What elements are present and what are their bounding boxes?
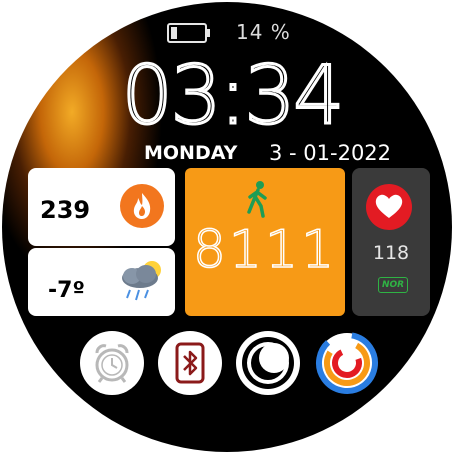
bluetooth-icon — [175, 342, 205, 384]
alarm-clock-icon — [95, 344, 129, 383]
battery-icon — [167, 23, 210, 43]
weather-card[interactable]: -7º — [28, 248, 175, 316]
heart-rate-value: 118 — [372, 242, 410, 264]
watch-face: 14 % 03:34 MONDAY 3 - 01-2022 239 -7º 81… — [2, 2, 452, 452]
day-label: MONDAY — [144, 142, 238, 164]
date-label: 3 - 01-2022 — [269, 141, 392, 165]
battery-percent: 14 % — [236, 20, 291, 44]
temperature-value: -7º — [48, 278, 85, 303]
steps-value: 8111 — [192, 219, 338, 281]
calories-card[interactable]: 239 — [28, 168, 175, 246]
activity-rings-icon[interactable] — [313, 329, 381, 397]
cloud-rain-sun-icon — [122, 261, 161, 301]
heart-icon — [366, 184, 412, 230]
bluetooth-button[interactable] — [158, 331, 222, 395]
do-not-disturb-button[interactable] — [236, 331, 300, 395]
moon-icon — [242, 337, 294, 389]
time-display: 03:34 — [120, 49, 346, 142]
heart-rate-status: NOR — [378, 277, 408, 293]
heart-rate-card[interactable]: 118 NOR — [352, 168, 430, 316]
flame-icon — [120, 184, 164, 228]
calories-value: 239 — [40, 196, 91, 224]
steps-card[interactable]: 8111 — [185, 168, 345, 316]
walking-icon — [247, 181, 267, 218]
alarm-button[interactable] — [80, 331, 144, 395]
